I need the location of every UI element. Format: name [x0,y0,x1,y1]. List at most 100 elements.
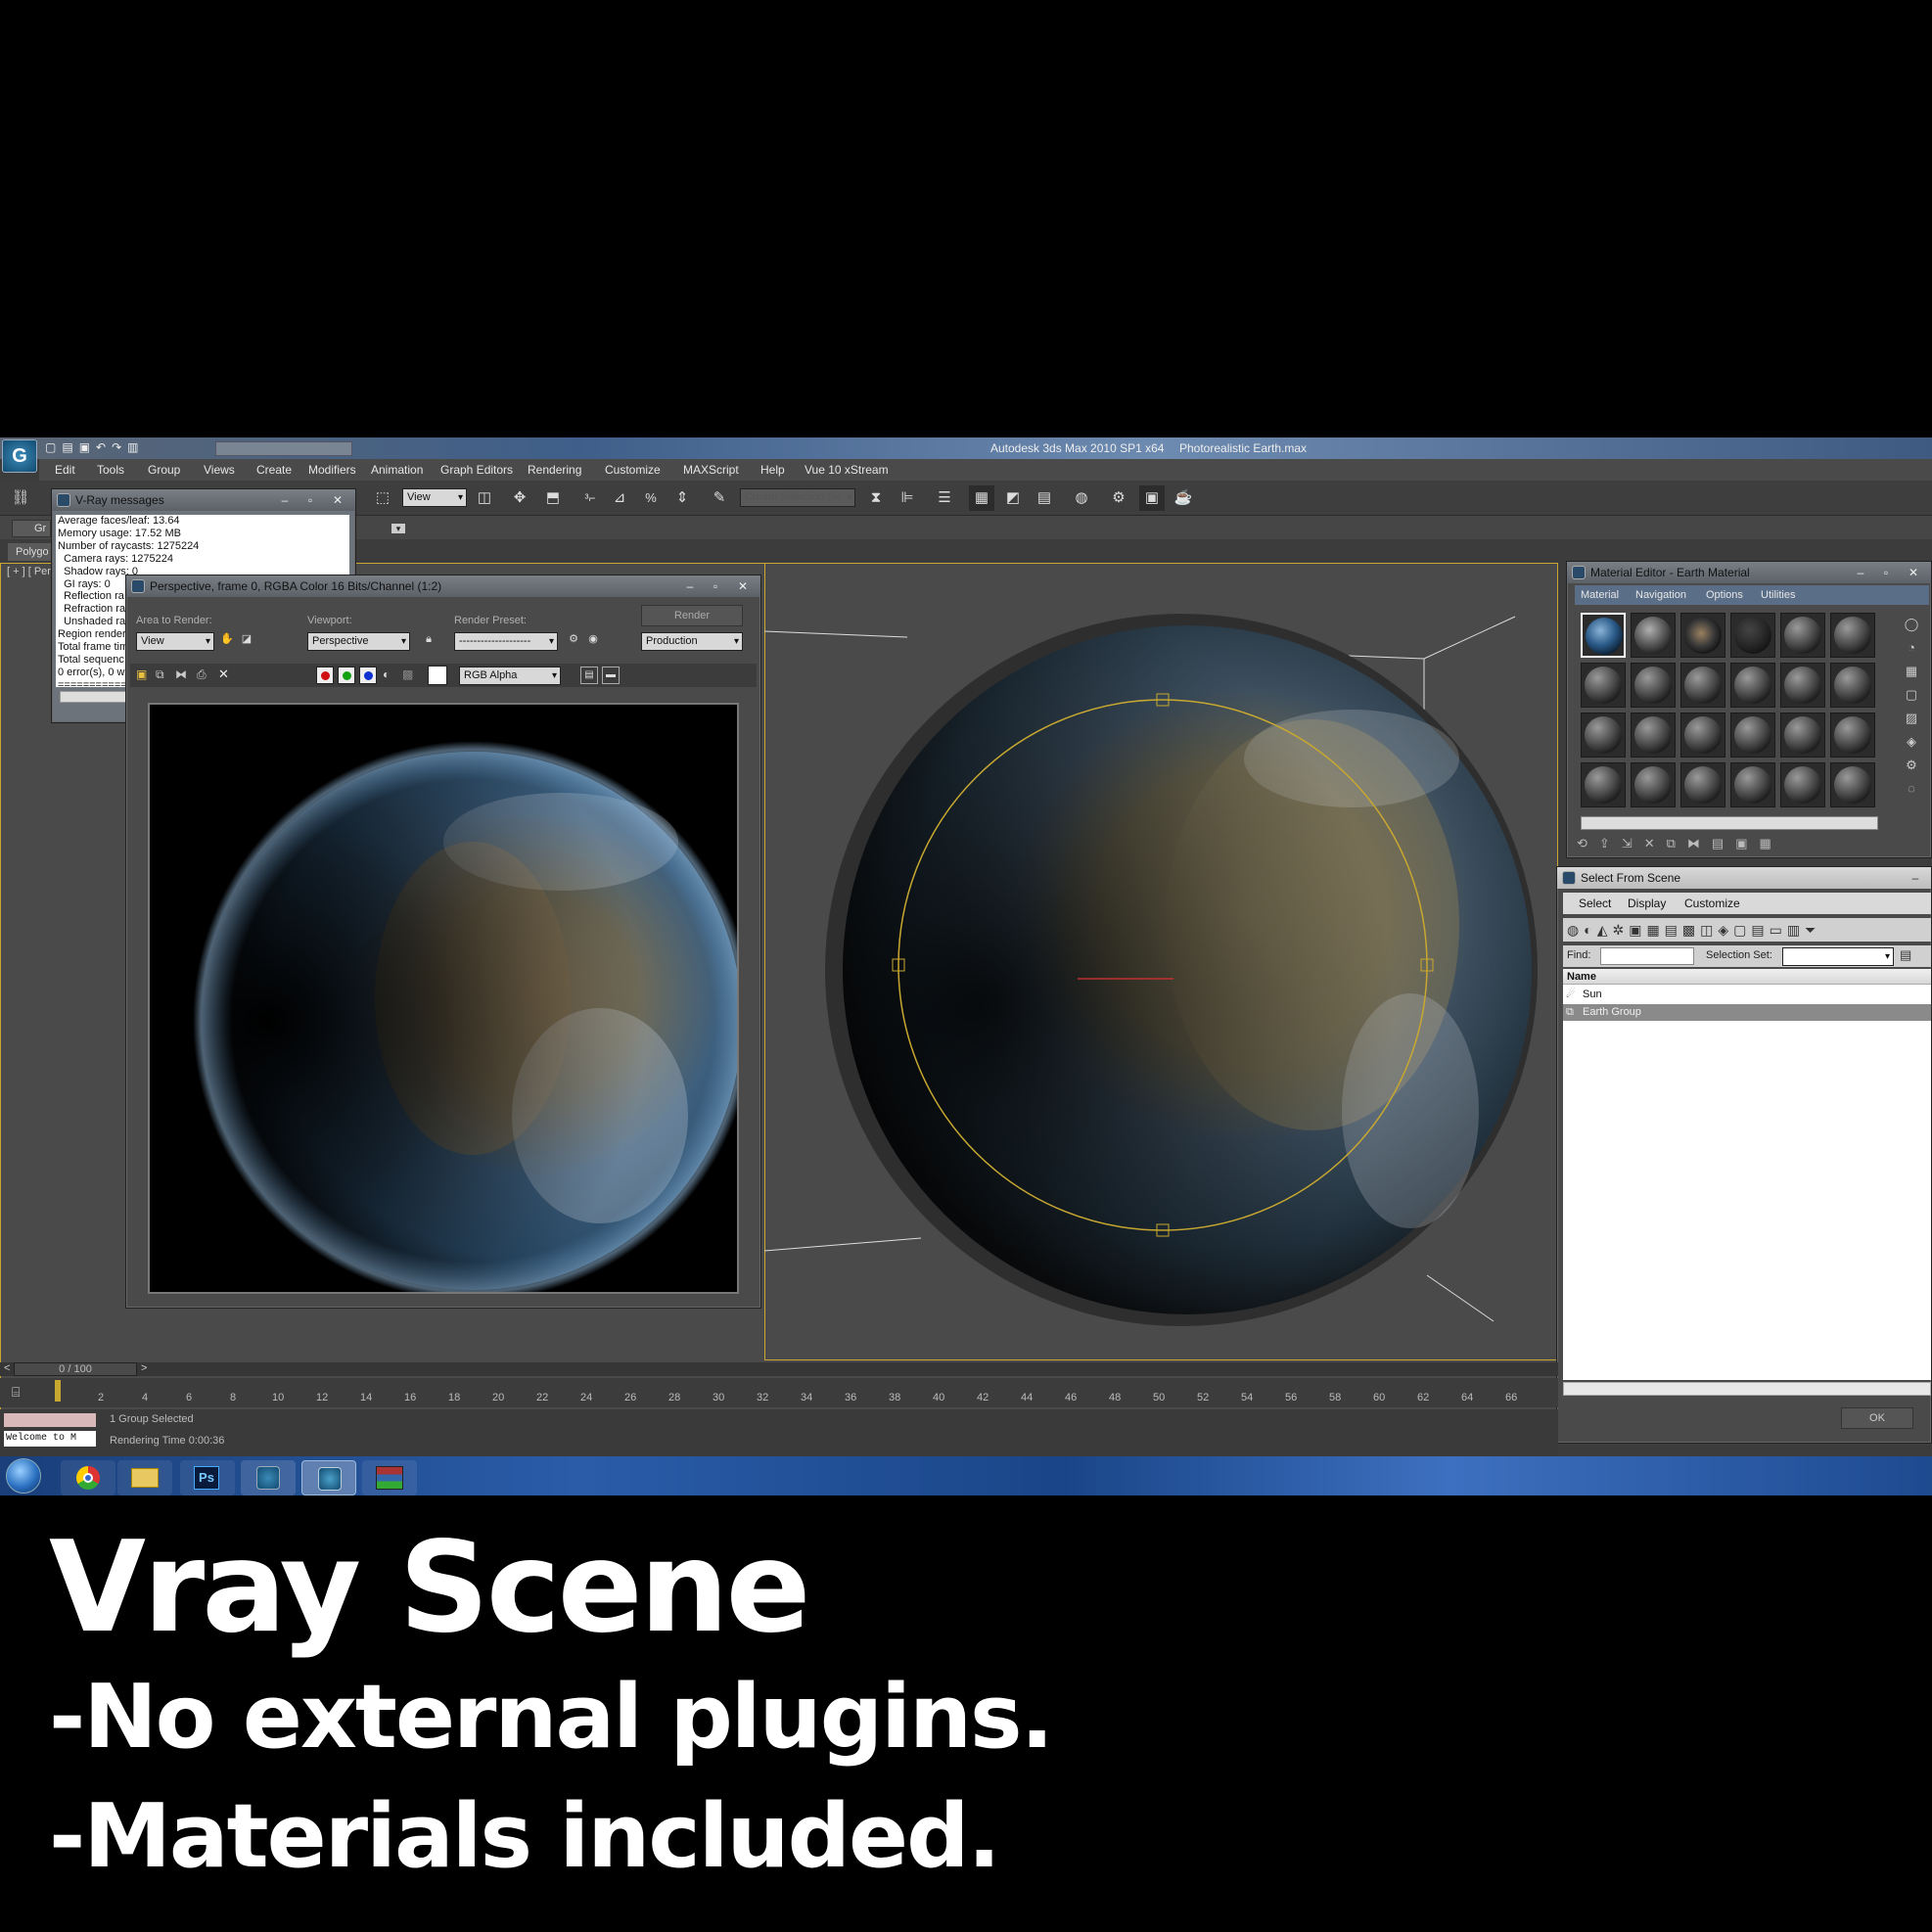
get-material-icon[interactable]: ⟲ [1577,836,1599,851]
material-slot[interactable] [1830,663,1875,708]
project-folder-icon[interactable]: ▥ [127,440,144,454]
menu-edit[interactable]: Edit [55,459,75,481]
material-slot[interactable] [1581,762,1626,807]
put-to-scene-icon[interactable]: ⇪ [1599,836,1622,851]
display-geometry-icon[interactable]: ◐ [1584,922,1596,938]
backlight-icon[interactable]: ◔ [1898,636,1925,660]
material-editor-titlebar[interactable]: Material Editor - Earth Material – ▫ ✕ [1567,562,1931,583]
make-copy-icon[interactable]: ⧉ [1667,836,1687,851]
display-toggle-icon[interactable]: ▤ [580,667,598,684]
swatch-color[interactable] [428,666,447,685]
sample-type-icon[interactable]: ◯ [1898,613,1925,636]
auto-region-icon[interactable]: ◪ [238,629,255,649]
material-id-icon[interactable]: ▣ [1735,836,1759,851]
chrome-icon[interactable] [61,1460,115,1495]
display-lights-icon[interactable]: ✲ [1612,922,1629,938]
minimize-button[interactable]: – [1904,870,1927,886]
display-containers-icon[interactable]: ▢ [1733,922,1751,938]
list-item[interactable]: ☄ Sun [1563,987,1931,1003]
material-slot-dark[interactable] [1730,613,1775,658]
options-icon[interactable]: ⚙ [1898,754,1925,777]
3dsmax-icon[interactable] [241,1460,296,1495]
material-slot[interactable] [1780,663,1825,708]
menu-options[interactable]: Options [1706,585,1743,605]
angle-snap-icon[interactable]: ⊿ [607,485,632,511]
material-slot[interactable] [1780,713,1825,758]
minimize-button[interactable]: – [678,578,702,594]
menu-navigation[interactable]: Navigation [1635,585,1686,605]
display-groups-icon[interactable]: ▩ [1682,922,1700,938]
workspace-dropdown[interactable] [215,441,352,456]
menu-maxscript[interactable]: MAXScript [683,459,739,481]
menu-help[interactable]: Help [760,459,785,481]
maximize-button[interactable]: ▫ [299,492,322,508]
time-next-icon[interactable]: > [141,1362,147,1374]
align-icon[interactable]: ⊫ [895,485,920,511]
selection-set-dropdown[interactable] [1782,947,1894,966]
viewport-label[interactable]: [ + ] [ Per [7,566,51,577]
material-slot-clouds[interactable] [1631,613,1676,658]
graphite-icon[interactable]: ▦ [969,485,994,511]
menu-animation[interactable]: Animation [371,459,423,481]
background-icon[interactable]: ▦ [1898,660,1925,683]
blue-channel-icon[interactable] [359,667,377,684]
maximize-button[interactable]: ▫ [704,578,727,594]
display-cameras-icon[interactable]: ▣ [1629,922,1646,938]
menu-display[interactable]: Display [1628,893,1666,914]
current-frame-marker[interactable] [55,1380,61,1402]
material-slot[interactable] [1730,713,1775,758]
menu-create[interactable]: Create [256,459,292,481]
photoshop-icon[interactable]: Ps [180,1460,235,1495]
assign-material-icon[interactable]: ⇲ [1622,836,1644,851]
red-channel-icon[interactable] [316,667,334,684]
menu-customize[interactable]: Customize [1684,893,1740,914]
new-file-icon[interactable]: ▢ [45,440,62,454]
select-by-material-icon[interactable]: ◌ [1898,777,1925,801]
pivot-icon[interactable]: ◫ [472,485,497,511]
save-image-icon[interactable]: ▣ [136,667,147,681]
manipulate-icon[interactable]: ⬒ [540,485,566,511]
environment-icon[interactable]: ◉ [584,629,602,649]
menu-select[interactable]: Select [1579,893,1611,914]
minimize-button[interactable]: – [1849,565,1872,580]
time-prev-icon[interactable]: < [4,1362,10,1374]
display-xrefs-icon[interactable]: ◫ [1700,922,1718,938]
material-slot[interactable] [1581,713,1626,758]
selection-set-manager-icon[interactable]: ▤ [1900,947,1911,963]
menu-views[interactable]: Views [204,459,235,481]
menu-modifiers[interactable]: Modifiers [308,459,356,481]
video-color-icon[interactable]: ▨ [1898,707,1925,730]
move-icon[interactable]: ✥ [507,485,532,511]
rendered-frame-window[interactable]: Perspective, frame 0, RGBA Color 16 Bits… [125,575,761,1309]
viewport-earth-sphere[interactable] [764,563,1558,1360]
material-slot[interactable] [1830,762,1875,807]
material-slot[interactable] [1830,613,1875,658]
show-map-icon[interactable]: ▦ [1760,836,1783,851]
layers-icon[interactable]: ☰ [932,485,957,511]
ribbon-polygon-tab[interactable]: Polygo [8,543,53,561]
close-button[interactable]: ✕ [326,492,349,508]
edit-region-icon[interactable]: ✋ [218,629,236,649]
ribbon-tab-graphite[interactable]: Gr [12,520,51,537]
winrar-icon[interactable] [362,1460,417,1495]
schematic-icon[interactable]: ▤ [1032,485,1057,511]
reset-material-icon[interactable]: ✕ [1644,836,1667,851]
render-button[interactable]: Render [641,605,743,626]
copy-image-icon[interactable]: ⧉ [156,667,164,682]
time-slider[interactable]: < 0 / 100 > [0,1362,1558,1376]
close-button[interactable]: ✕ [1902,565,1925,580]
material-editor-icon[interactable]: ◍ [1069,485,1094,511]
reference-coordinate-dropdown[interactable]: View [402,488,467,507]
alpha-channel-icon[interactable]: ◐ [383,667,390,681]
select-none-icon[interactable]: ▭ [1770,922,1787,938]
name-column-header[interactable]: Name [1563,969,1931,985]
display-helpers-icon[interactable]: ▦ [1646,922,1664,938]
invert-selection-icon[interactable]: ▥ [1787,922,1805,938]
ribbon-toggle-icon[interactable]: ▾ [391,524,405,533]
display-none-icon[interactable]: ◍ [1567,922,1584,938]
mono-icon[interactable]: ▩ [402,667,413,681]
put-to-library-icon[interactable]: ▤ [1712,836,1735,851]
curve-editor-icon[interactable]: ◩ [1000,485,1026,511]
material-slot[interactable] [1680,762,1725,807]
print-icon[interactable]: ⎙ [197,667,207,682]
